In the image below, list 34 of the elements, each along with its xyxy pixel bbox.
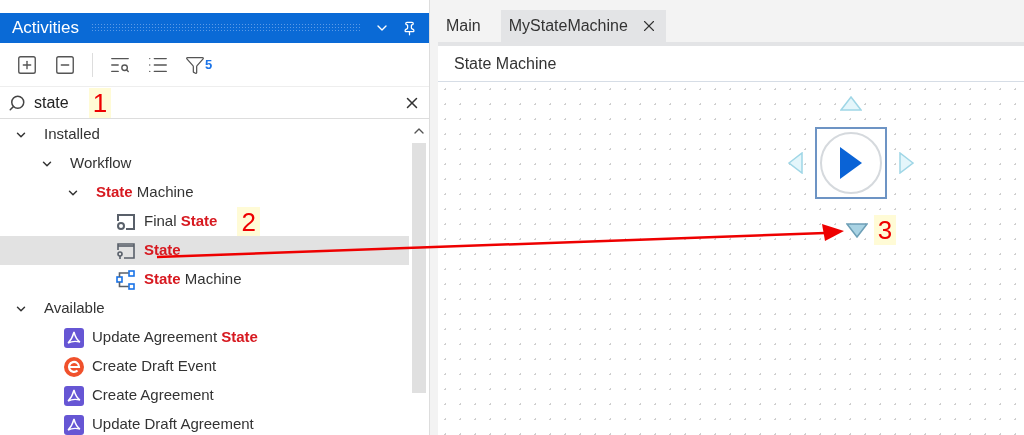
state-icon	[116, 241, 136, 260]
state-machine-icon	[116, 269, 136, 290]
filter-button[interactable]: 5	[185, 54, 213, 75]
tree-item[interactable]: State	[0, 236, 409, 265]
tree-item[interactable]: State Machine	[0, 265, 409, 294]
pin-icon[interactable]	[402, 20, 417, 36]
tree-item[interactable]: State Machine	[0, 178, 409, 207]
designer-title: State Machine	[438, 46, 1024, 82]
tree-item[interactable]: Final State 2	[0, 207, 409, 236]
pdf-icon	[64, 385, 84, 406]
expand-all-icon[interactable]	[16, 53, 38, 76]
tree-item[interactable]: Update Agreement State	[0, 323, 409, 352]
document-tab[interactable]: Main	[438, 10, 489, 42]
tree-item[interactable]: Create Agreement	[0, 381, 409, 410]
pdf-icon	[64, 327, 84, 348]
tree-item[interactable]: Installed	[0, 120, 409, 149]
tree-item[interactable]: Available	[0, 294, 409, 323]
callout-number: 2	[237, 206, 260, 237]
search-icon	[8, 93, 26, 112]
start-node[interactable]	[815, 127, 887, 199]
tree-item[interactable]: Create Draft Event	[0, 352, 409, 381]
callout-number: 3	[873, 215, 897, 245]
tree-item[interactable]: Workflow	[0, 149, 409, 178]
final-state-icon	[116, 212, 136, 231]
collapse-all-icon[interactable]	[54, 53, 76, 76]
search-field[interactable]: state	[34, 90, 69, 115]
filter-icon	[185, 54, 205, 75]
event-icon	[64, 356, 84, 377]
panel-title: Activities	[12, 17, 80, 40]
play-icon	[840, 147, 862, 179]
callout-number: 1	[88, 87, 112, 118]
tree-item[interactable]: Update Draft Agreement	[0, 410, 409, 435]
down-triangle-icon[interactable]	[845, 223, 868, 238]
document-tab[interactable]: MyStateMachine	[500, 10, 666, 42]
